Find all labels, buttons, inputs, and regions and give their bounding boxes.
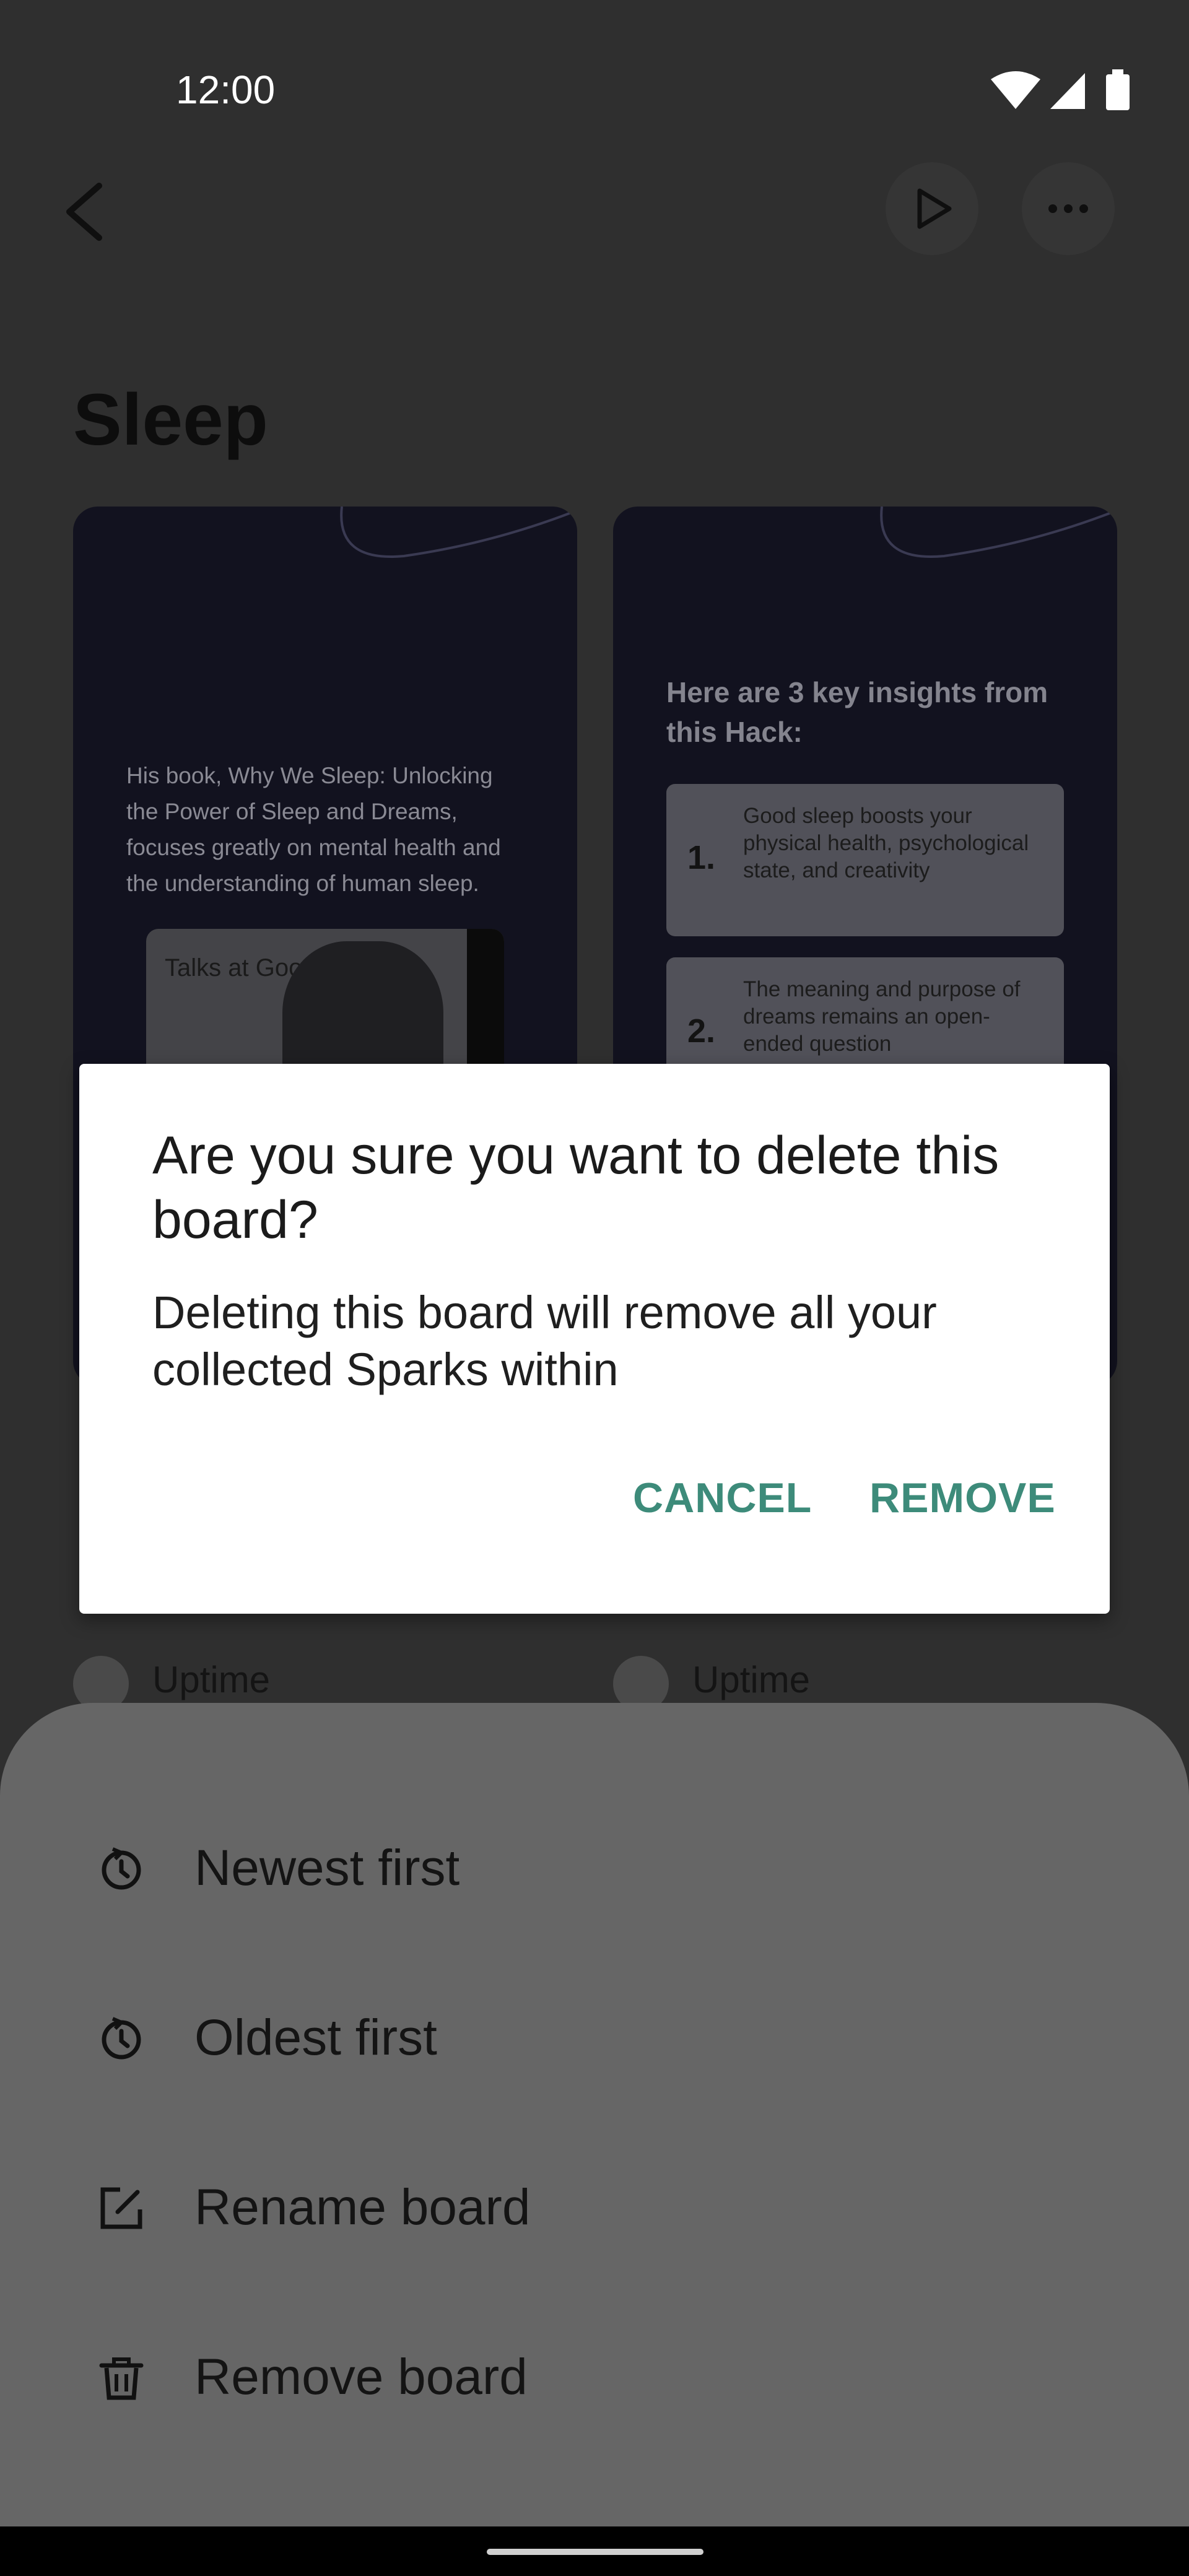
status-time: 12:00 [176,67,276,112]
battery-icon [1106,69,1130,110]
status-icons [991,69,1130,110]
dialog-title: Are you sure you want to delete this boa… [152,1126,1000,1250]
insight-number: 2. [687,1012,716,1050]
insight-text: Good sleep boosts your physical health, … [743,804,1029,882]
insight-item: 1. Good sleep boosts your physical healt… [666,784,1064,936]
sheet-item-label: Rename board [194,2179,531,2235]
play-button[interactable] [886,162,978,255]
sheet-item-label: Newest first [194,1840,460,1896]
clock-icon-wrap [73,1821,166,1913]
decorative-swirl [880,507,1112,558]
page-title: Sleep [73,379,268,461]
sheet-item-label: Remove board [194,2349,528,2405]
trash-icon [99,2357,144,2400]
chevron-left-icon [66,183,102,241]
edit-icon [100,2187,142,2229]
rename-board[interactable]: Rename board [73,2147,1126,2259]
dialog-message: Deleting this board will remove all your… [152,1287,937,1395]
insight-text: The meaning and purpose of dreams remain… [743,977,1021,1056]
insights-title: Here are 3 key insights from this Hack: [666,676,1048,748]
more-button[interactable] [1022,162,1115,255]
sort-newest-first[interactable]: Newest first [73,1808,1126,1920]
cancel-button[interactable]: CANCEL [633,1474,812,1522]
delete-board-dialog: Are you sure you want to delete this boa… [79,1064,1110,1614]
insight-number: 1. [687,839,716,876]
card-text: His book, Why We Sleep: Unlocking the Po… [126,763,501,896]
trash-icon-wrap [73,2330,166,2422]
wifi-icon [991,71,1040,109]
signal-icon [1050,73,1085,109]
source-label: Uptime [152,1659,271,1700]
remove-button[interactable]: REMOVE [869,1474,1056,1522]
status-bar: 12:00 [0,0,1189,186]
home-indicator[interactable] [487,2549,703,2555]
clock-icon-wrap [73,1990,166,2083]
decorative-swirl [340,507,572,558]
clock-icon [102,1847,141,1890]
clock-icon [102,2017,141,2060]
play-icon [917,188,952,229]
sort-oldest-first[interactable]: Oldest first [73,1978,1126,2089]
remove-board[interactable]: Remove board [73,2317,1126,2429]
back-button[interactable] [56,173,118,248]
edit-icon-wrap [73,2160,166,2253]
source-label: Uptime [692,1659,811,1700]
sheet-item-label: Oldest first [194,2009,437,2066]
more-horizontal-icon [1048,204,1088,213]
